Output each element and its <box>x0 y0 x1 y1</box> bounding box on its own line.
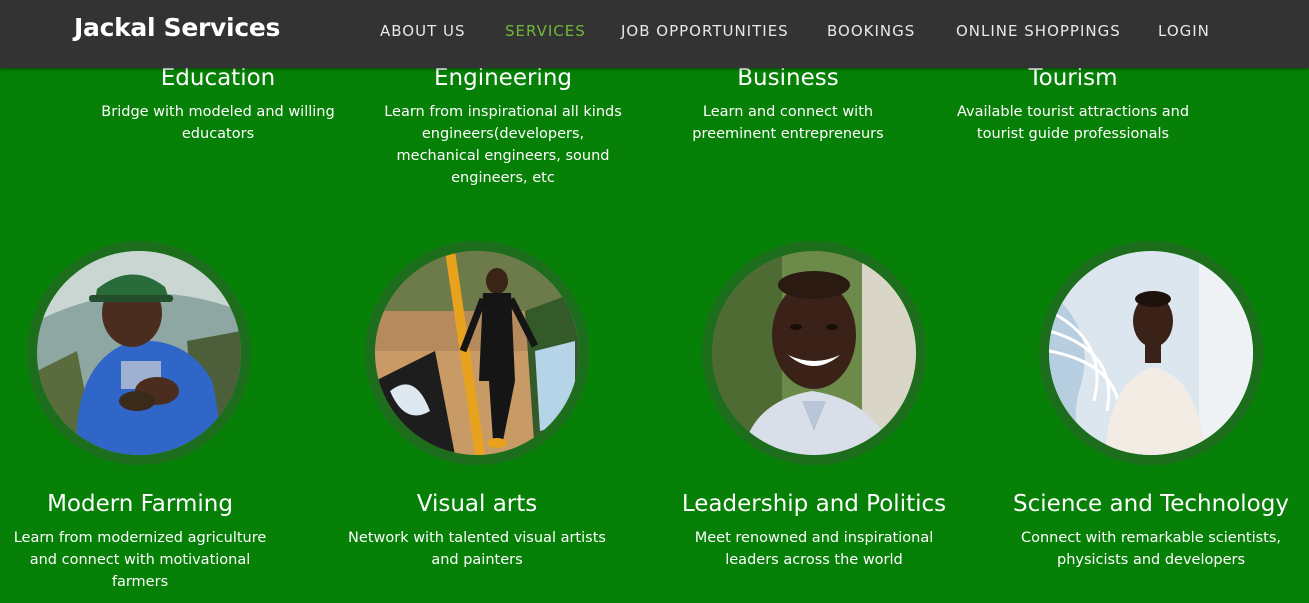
leader-avatar-ring <box>702 241 926 465</box>
service-title: Modern Farming <box>47 491 233 517</box>
nav-about-us[interactable]: ABOUT US <box>380 22 466 40</box>
service-description: Network with talented visual artists and… <box>348 530 606 568</box>
scientist-photo <box>1049 251 1253 455</box>
service-card-modern-farming: Modern Farming Learn from modernized agr… <box>0 490 280 593</box>
nav-login[interactable]: LOGIN <box>1158 22 1210 40</box>
farmer-avatar-ring <box>27 241 251 465</box>
service-description: Connect with remarkable scientists, phys… <box>1020 530 1282 568</box>
nav-services[interactable]: SERVICES <box>505 22 586 40</box>
nav-job-opportunities[interactable]: JOB OPPORTUNITIES <box>621 22 789 40</box>
nav-online-shoppings[interactable]: ONLINE SHOPPINGS <box>956 22 1121 40</box>
service-card-education: Education Bridge with modeled and willin… <box>98 64 338 145</box>
service-title: Visual arts <box>416 491 538 517</box>
top-navbar: Jackal Services ABOUT US SERVICES JOB OP… <box>0 0 1309 68</box>
service-title: Tourism <box>1028 65 1118 91</box>
service-card-visual-arts: Visual arts Network with talented visual… <box>337 490 617 571</box>
service-description: Learn from modernized agriculture and co… <box>13 530 267 590</box>
service-card-science-technology: Science and Technology Connect with rema… <box>1011 490 1291 571</box>
service-title: Leadership and Politics <box>681 491 947 517</box>
service-description: Learn from inspirational all kinds engin… <box>384 104 622 186</box>
service-title: Engineering <box>434 65 572 91</box>
brand-logo[interactable]: Jackal Services <box>74 13 280 42</box>
service-card-business: Business Learn and connect with preemine… <box>668 64 908 145</box>
service-card-tourism: Tourism Available tourist attractions an… <box>953 64 1193 145</box>
service-description: Bridge with modeled and willing educator… <box>101 104 335 142</box>
service-title: Business <box>737 65 839 91</box>
scientist-avatar-ring <box>1039 241 1263 465</box>
leader-photo <box>712 251 916 455</box>
farmer-photo <box>37 251 241 455</box>
service-title: Science and Technology <box>1013 491 1289 517</box>
artist-avatar-ring <box>365 241 589 465</box>
service-card-leadership-politics: Leadership and Politics Meet renowned an… <box>674 490 954 571</box>
service-card-engineering: Engineering Learn from inspirational all… <box>383 64 623 189</box>
service-description: Learn and connect with preeminent entrep… <box>692 104 884 142</box>
service-description: Available tourist attractions and touris… <box>956 104 1190 142</box>
service-title: Education <box>160 65 276 91</box>
nav-bookings[interactable]: BOOKINGS <box>827 22 915 40</box>
artist-photo <box>375 251 579 455</box>
service-description: Meet renowned and inspirational leaders … <box>694 530 934 568</box>
